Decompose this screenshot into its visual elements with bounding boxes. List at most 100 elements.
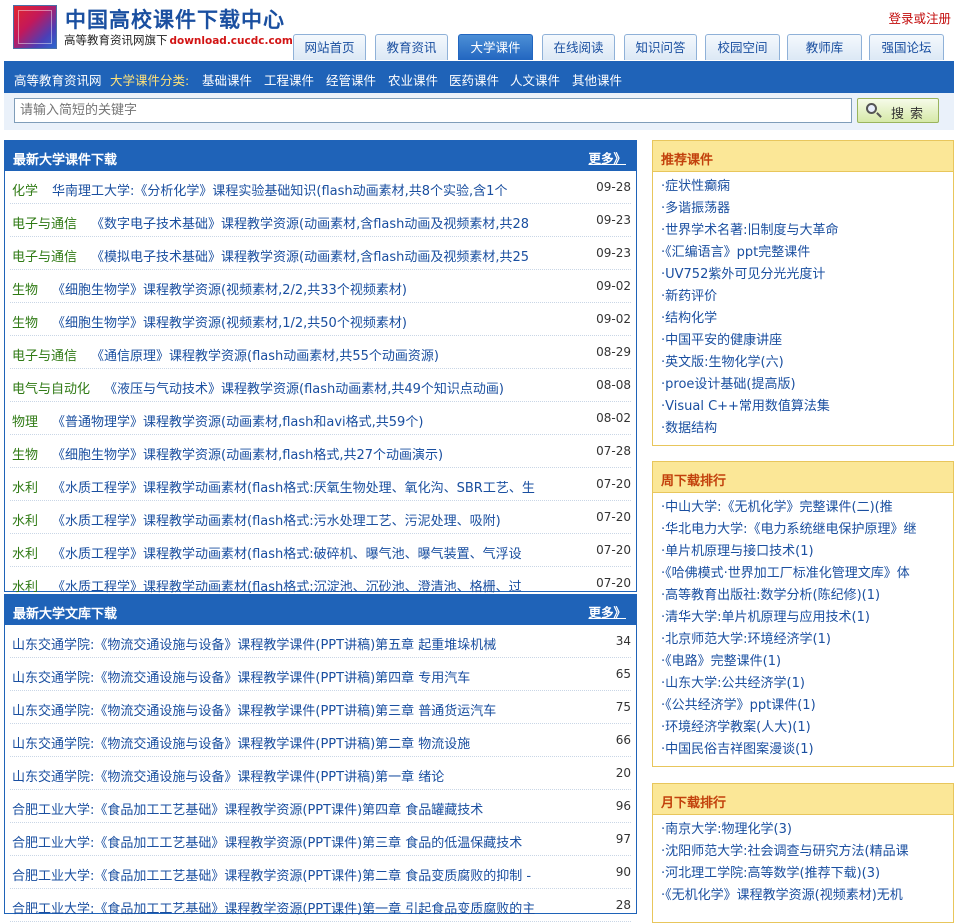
courseware-link[interactable]: 《水质工程学》课程教学动画素材(flash格式:沉淀池、沉砂池、澄清池、格栅、过 <box>52 580 522 595</box>
courseware-category[interactable]: 水利 <box>12 481 38 496</box>
tab-teachers[interactable]: 教师库 <box>787 34 862 60</box>
library-row[interactable]: 山东交通学院:《物流交通设施与设备》课程教学课件(PPT讲稿)第一章 绪论 20 <box>10 757 631 790</box>
tab-qa[interactable]: 知识问答 <box>624 34 697 60</box>
library-row[interactable]: 合肥工业大学:《食品加工工艺基础》课程教学资源(PPT课件)第四章 食品罐藏技术… <box>10 790 631 823</box>
courseware-row[interactable]: 生物 《细胞生物学》课程教学资源(动画素材,flash格式,共27个动画演示) 07… <box>10 435 631 468</box>
library-link[interactable]: 山东交通学院:《物流交通设施与设备》课程教学课件(PPT讲稿)第四章 专用汽车 <box>12 667 587 686</box>
recommend-item[interactable]: ·新药评价 <box>661 286 953 308</box>
library-row[interactable]: 山东交通学院:《物流交通设施与设备》课程教学课件(PPT讲稿)第四章 专用汽车 6… <box>10 658 631 691</box>
nav-home-link[interactable]: 高等教育资讯网 <box>14 70 102 89</box>
library-row[interactable]: 山东交通学院:《物流交通设施与设备》课程教学课件(PPT讲稿)第五章 起重堆垛机… <box>10 625 631 658</box>
nav-item-engineering[interactable]: 工程课件 <box>264 70 314 89</box>
library-link[interactable]: 山东交通学院:《物流交通设施与设备》课程教学课件(PPT讲稿)第二章 物流设施 <box>12 733 587 752</box>
courseware-link[interactable]: 《水质工程学》课程教学动画素材(flash格式:破碎机、曝气池、曝气装置、气浮设 <box>52 547 522 562</box>
weekly-rank-item[interactable]: ·环境经济学教案(人大)(1) <box>661 717 953 739</box>
recommend-item[interactable]: ·世界学术名著:旧制度与大革命 <box>661 220 953 242</box>
library-row[interactable]: 合肥工业大学:《食品加工工艺基础》课程教学资源(PPT课件)第二章 食品变质腐败… <box>10 856 631 889</box>
courseware-link[interactable]: 《普通物理学》课程教学资源(动画素材,flash和avi格式,共59个) <box>52 415 423 430</box>
recommend-item[interactable]: ·Visual C++常用数值算法集 <box>661 396 953 418</box>
courseware-row[interactable]: 电子与通信 《模拟电子技术基础》课程教学资源(动画素材,含flash动画及视频素材… <box>10 237 631 270</box>
recommend-item[interactable]: ·UV752紫外可见分光光度计 <box>661 264 953 286</box>
courseware-link[interactable]: 《数字电子技术基础》课程教学资源(动画素材,含flash动画及视频素材,共28 <box>91 217 529 232</box>
courseware-link[interactable]: 《通信原理》课程教学资源(flash动画素材,共55个动画资源) <box>91 349 439 364</box>
weekly-rank-item[interactable]: ·《公共经济学》ppt课件(1) <box>661 695 953 717</box>
weekly-rank-item[interactable]: ·华北电力大学:《电力系统继电保护原理》继 <box>661 519 953 541</box>
recommend-item[interactable]: ·《汇编语言》ppt完整课件 <box>661 242 953 264</box>
library-more-link[interactable]: 更多》 <box>588 602 626 621</box>
courseware-row[interactable]: 电子与通信 《数字电子技术基础》课程教学资源(动画素材,含flash动画及视频素材… <box>10 204 631 237</box>
monthly-rank-item[interactable]: ·《无机化学》课程教学资源(视频素材)无机 <box>661 885 953 907</box>
courseware-category[interactable]: 水利 <box>12 580 38 595</box>
tab-online-reading[interactable]: 在线阅读 <box>542 34 615 60</box>
courseware-category[interactable]: 电子与通信 <box>12 250 77 265</box>
courseware-category[interactable]: 水利 <box>12 514 38 529</box>
nav-item-management[interactable]: 经管课件 <box>326 70 376 89</box>
search-button[interactable]: 搜索 <box>857 98 939 123</box>
tab-home[interactable]: 网站首页 <box>293 34 366 60</box>
site-logo[interactable] <box>13 5 57 49</box>
courseware-link[interactable]: 《液压与气动技术》课程教学资源(flash动画素材,共49个知识点动画) <box>104 382 504 397</box>
weekly-rank-item[interactable]: ·山东大学:公共经济学(1) <box>661 673 953 695</box>
weekly-rank-item[interactable]: ·《电路》完整课件(1) <box>661 651 953 673</box>
library-link[interactable]: 山东交通学院:《物流交通设施与设备》课程教学课件(PPT讲稿)第五章 起重堆垛机… <box>12 634 587 653</box>
weekly-rank-item[interactable]: ·北京师范大学:环境经济学(1) <box>661 629 953 651</box>
courseware-category[interactable]: 生物 <box>12 448 38 463</box>
recommend-item[interactable]: ·英文版:生物化学(六) <box>661 352 953 374</box>
login-link[interactable]: 登录或注册 <box>888 8 951 27</box>
library-row[interactable]: 合肥工业大学:《食品加工工艺基础》课程教学资源(PPT课件)第一章 引起食品变质… <box>10 889 631 922</box>
recommend-item[interactable]: ·多谐振荡器 <box>661 198 953 220</box>
weekly-rank-item[interactable]: ·高等教育出版社:数学分析(陈纪修)(1) <box>661 585 953 607</box>
tab-education-news[interactable]: 教育资讯 <box>375 34 448 60</box>
monthly-rank-item[interactable]: ·南京大学:物理化学(3) <box>661 819 953 841</box>
library-row[interactable]: 合肥工业大学:《食品加工工艺基础》课程教学资源(PPT课件)第三章 食品的低温保… <box>10 823 631 856</box>
site-title[interactable]: 中国高校课件下载中心 <box>65 4 285 34</box>
library-row[interactable]: 山东交通学院:《物流交通设施与设备》课程教学课件(PPT讲稿)第二章 物流设施 6… <box>10 724 631 757</box>
courseware-row[interactable]: 化学 华南理工大学:《分析化学》课程实验基础知识(flash动画素材,共8个实验,… <box>10 171 631 204</box>
courseware-link[interactable]: 《水质工程学》课程教学动画素材(flash格式:厌氧生物处理、氧化沟、SBR工艺… <box>52 481 535 496</box>
library-link[interactable]: 合肥工业大学:《食品加工工艺基础》课程教学资源(PPT课件)第三章 食品的低温保… <box>12 832 587 851</box>
library-link[interactable]: 山东交通学院:《物流交通设施与设备》课程教学课件(PPT讲稿)第三章 普通货运汽… <box>12 700 587 719</box>
courseware-category[interactable]: 电子与通信 <box>12 217 77 232</box>
tab-courseware[interactable]: 大学课件 <box>458 34 533 60</box>
recommend-item[interactable]: ·结构化学 <box>661 308 953 330</box>
nav-item-medicine[interactable]: 医药课件 <box>449 70 499 89</box>
recommend-item[interactable]: ·proe设计基础(提高版) <box>661 374 953 396</box>
courseware-link[interactable]: 《模拟电子技术基础》课程教学资源(动画素材,含flash动画及视频素材,共25 <box>91 250 529 265</box>
courseware-category[interactable]: 化学 <box>12 184 38 199</box>
nav-item-basic[interactable]: 基础课件 <box>202 70 252 89</box>
courseware-row[interactable]: 生物 《细胞生物学》课程教学资源(视频素材,1/2,共50个视频素材) 09-02 <box>10 303 631 336</box>
weekly-rank-item[interactable]: ·《哈佛模式·世界加工厂标准化管理文库》体 <box>661 563 953 585</box>
monthly-rank-item[interactable]: ·河北理工学院:高等数学(推荐下载)(3) <box>661 863 953 885</box>
search-input[interactable] <box>14 98 852 123</box>
courseware-row[interactable]: 生物 《细胞生物学》课程教学资源(视频素材,2/2,共33个视频素材) 09-02 <box>10 270 631 303</box>
courseware-row[interactable]: 物理 《普通物理学》课程教学资源(动画素材,flash和avi格式,共59个) 08… <box>10 402 631 435</box>
courseware-row[interactable]: 水利 《水质工程学》课程教学动画素材(flash格式:厌氧生物处理、氧化沟、SBR… <box>10 468 631 501</box>
library-link[interactable]: 山东交通学院:《物流交通设施与设备》课程教学课件(PPT讲稿)第一章 绪论 <box>12 766 587 785</box>
library-link[interactable]: 合肥工业大学:《食品加工工艺基础》课程教学资源(PPT课件)第一章 引起食品变质… <box>12 898 587 917</box>
library-link[interactable]: 合肥工业大学:《食品加工工艺基础》课程教学资源(PPT课件)第二章 食品变质腐败… <box>12 865 587 884</box>
courseware-category[interactable]: 电气与自动化 <box>12 382 90 397</box>
courseware-link[interactable]: 华南理工大学:《分析化学》课程实验基础知识(flash动画素材,共8个实验,含1… <box>52 184 507 199</box>
recommend-item[interactable]: ·数据结构 <box>661 418 953 440</box>
courseware-row[interactable]: 水利 《水质工程学》课程教学动画素材(flash格式:破碎机、曝气池、曝气装置、气… <box>10 534 631 567</box>
courseware-row[interactable]: 电子与通信 《通信原理》课程教学资源(flash动画素材,共55个动画资源) 08-… <box>10 336 631 369</box>
courseware-category[interactable]: 生物 <box>12 283 38 298</box>
nav-item-other[interactable]: 其他课件 <box>572 70 622 89</box>
weekly-rank-item[interactable]: ·中国民俗吉祥图案漫谈(1) <box>661 739 953 761</box>
library-link[interactable]: 合肥工业大学:《食品加工工艺基础》课程教学资源(PPT课件)第四章 食品罐藏技术 <box>12 799 587 818</box>
courseware-category[interactable]: 生物 <box>12 316 38 331</box>
library-row[interactable]: 山东交通学院:《物流交通设施与设备》课程教学课件(PPT讲稿)第三章 普通货运汽… <box>10 691 631 724</box>
monthly-rank-item[interactable]: ·沈阳师范大学:社会调查与研究方法(精品课 <box>661 841 953 863</box>
courseware-row[interactable]: 电气与自动化 《液压与气动技术》课程教学资源(flash动画素材,共49个知识点动… <box>10 369 631 402</box>
courseware-category[interactable]: 水利 <box>12 547 38 562</box>
latest-more-link[interactable]: 更多》 <box>588 148 626 167</box>
weekly-rank-item[interactable]: ·清华大学:单片机原理与应用技术(1) <box>661 607 953 629</box>
courseware-category[interactable]: 电子与通信 <box>12 349 77 364</box>
recommend-item[interactable]: ·中国平安的健康讲座 <box>661 330 953 352</box>
courseware-link[interactable]: 《细胞生物学》课程教学资源(视频素材,1/2,共50个视频素材) <box>52 316 407 331</box>
courseware-category[interactable]: 物理 <box>12 415 38 430</box>
courseware-link[interactable]: 《水质工程学》课程教学动画素材(flash格式:污水处理工艺、污泥处理、吸附) <box>52 514 501 529</box>
nav-item-agriculture[interactable]: 农业课件 <box>388 70 438 89</box>
courseware-link[interactable]: 《细胞生物学》课程教学资源(动画素材,flash格式,共27个动画演示) <box>52 448 443 463</box>
recommend-item[interactable]: ·症状性癫痫 <box>661 176 953 198</box>
